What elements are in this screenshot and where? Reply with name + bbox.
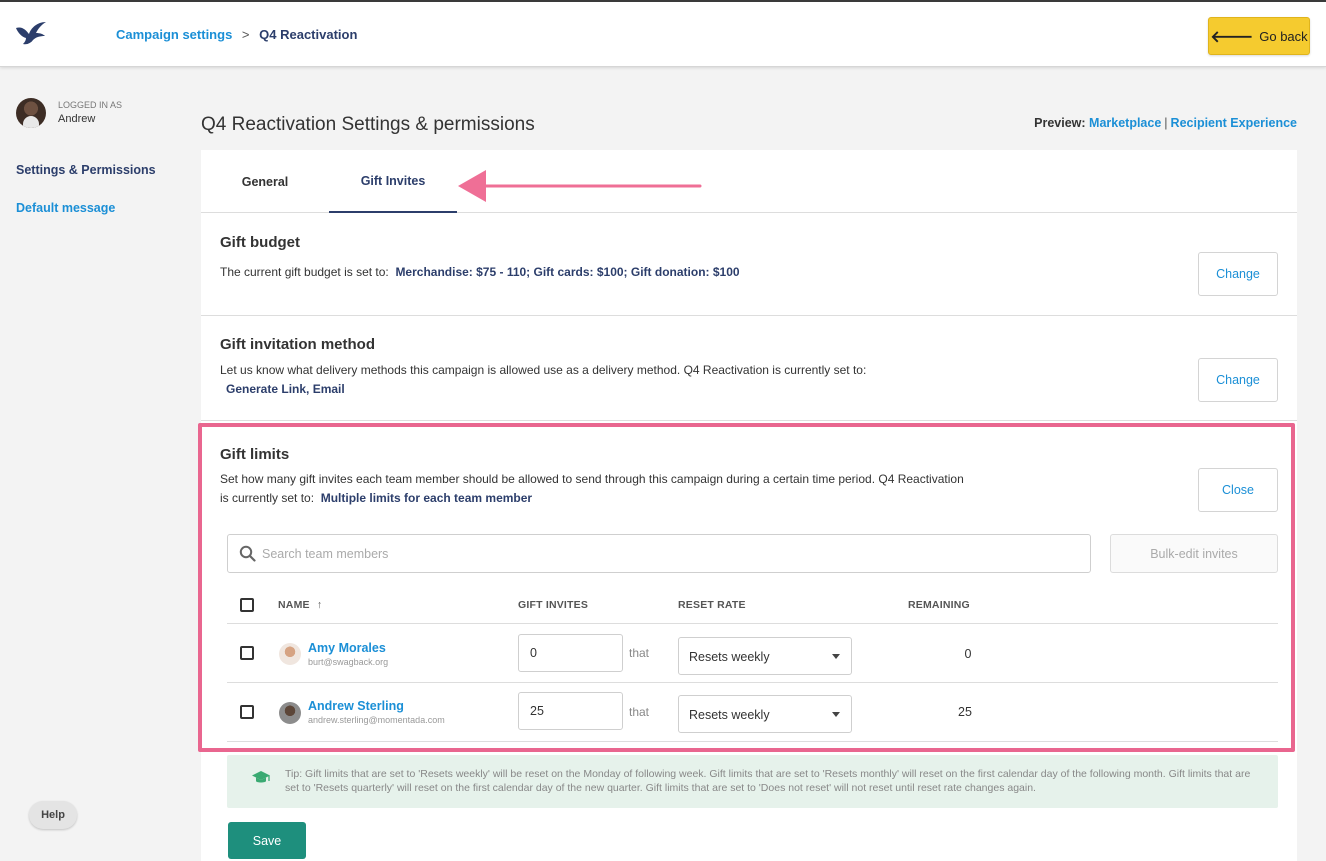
search-box <box>227 534 1091 573</box>
user-info: LOGGED IN AS Andrew <box>16 98 122 128</box>
preview-links: Preview: Marketplace | Recipient Experienc… <box>1034 116 1297 130</box>
tip-text: Tip: Gift limits that are set to 'Resets… <box>285 768 1251 794</box>
search-input[interactable] <box>262 544 1062 564</box>
row-checkbox[interactable] <box>240 646 254 660</box>
member-email: burt@swagback.org <box>308 657 389 667</box>
sort-ascending-icon: ↑ <box>316 599 323 611</box>
preview-label: Preview: <box>1034 116 1086 130</box>
save-button[interactable]: Save <box>228 822 306 859</box>
that-label: that <box>629 646 650 660</box>
tab-bar: General Gift Invites <box>201 150 1297 213</box>
gift-invites-input[interactable] <box>518 692 623 730</box>
gift-invites-input[interactable] <box>518 634 623 672</box>
remaining-value: 0 <box>964 647 972 661</box>
divider <box>201 420 1297 421</box>
settings-card: General Gift Invites Gift budget The cur… <box>201 150 1297 861</box>
remaining-value: 25 <box>958 705 972 719</box>
arrow-left-icon: 🡐 <box>1210 28 1254 46</box>
breadcrumb-separator: > <box>241 27 250 42</box>
tab-gift-invites[interactable]: Gift Invites <box>329 150 457 213</box>
avatar <box>279 702 301 724</box>
chevron-down-icon <box>832 654 840 659</box>
sidebar-item-default-message[interactable]: Default message <box>16 201 115 215</box>
table-row: Andrew Sterling andrew.sterling@momentad… <box>227 683 1278 742</box>
tab-general[interactable]: General <box>201 150 329 213</box>
gift-limits-description-line2: is currently set to: Multiple limits for… <box>220 489 532 508</box>
invitation-method-change-button[interactable]: Change <box>1198 358 1278 402</box>
gift-budget-description: The current gift budget is set to: Merch… <box>220 263 740 282</box>
gift-limits-text-line1: Set how many gift invites each team memb… <box>220 472 964 486</box>
invitation-method-value: Generate Link, Email <box>226 382 345 396</box>
member-name[interactable]: Andrew Sterling <box>308 699 404 713</box>
gift-budget-value: Merchandise: $75 - 110; Gift cards: $100… <box>395 265 740 279</box>
logged-in-label: LOGGED IN AS <box>58 100 123 110</box>
member-email: andrew.sterling@momentada.com <box>308 715 445 725</box>
breadcrumb-current: Q4 Reactivation <box>259 27 358 42</box>
breadcrumb: Campaign settings > Q4 Reactivation <box>116 27 357 42</box>
column-header-gift-invites: GIFT INVITES <box>518 599 589 611</box>
graduation-cap-icon <box>252 771 270 783</box>
invitation-method-title: Gift invitation method <box>220 336 375 353</box>
avatar <box>16 98 46 128</box>
reset-rate-value: Resets weekly <box>689 650 770 664</box>
tip-box: Tip: Gift limits that are set to 'Resets… <box>227 755 1278 808</box>
page-title: Q4 Reactivation Settings & permissions <box>201 114 535 135</box>
gift-budget-text: The current gift budget is set to: <box>220 265 389 279</box>
breadcrumb-campaign-settings[interactable]: Campaign settings <box>116 27 232 42</box>
gift-budget-change-button[interactable]: Change <box>1198 252 1278 296</box>
gift-limits-title: Gift limits <box>220 446 290 463</box>
column-header-reset-rate: RESET RATE <box>678 599 746 611</box>
select-all-checkbox[interactable] <box>240 598 254 612</box>
chevron-down-icon <box>832 712 840 717</box>
team-members-table: NAME ↑ GIFT INVITES RESET RATE REMAINING… <box>227 585 1278 742</box>
avatar <box>279 643 301 665</box>
go-back-label: Go back <box>1259 28 1308 44</box>
table-row: Amy Morales burt@swagback.org that Reset… <box>227 624 1278 683</box>
annotation-arrow-icon <box>458 170 702 202</box>
reset-rate-value: Resets weekly <box>689 708 770 722</box>
user-name: Andrew <box>58 113 96 125</box>
that-label: that <box>629 705 650 719</box>
invitation-method-value-wrap: Generate Link, Email <box>226 380 345 399</box>
help-button[interactable]: Help <box>29 801 77 829</box>
preview-recipient-experience-link[interactable]: Recipient Experience <box>1171 116 1297 130</box>
gift-limits-text-line2: is currently set to: <box>220 491 315 505</box>
column-header-remaining: REMAINING <box>908 599 970 611</box>
search-icon <box>239 545 256 562</box>
row-checkbox[interactable] <box>240 705 254 719</box>
column-header-name[interactable]: NAME ↑ <box>278 599 322 611</box>
reset-rate-select[interactable]: Resets weekly <box>678 695 852 733</box>
preview-marketplace-link[interactable]: Marketplace <box>1089 116 1161 130</box>
sidebar-item-settings-permissions[interactable]: Settings & Permissions <box>16 163 156 177</box>
table-header: NAME ↑ GIFT INVITES RESET RATE REMAINING <box>227 585 1278 624</box>
top-bar: Campaign settings > Q4 Reactivation 🡐 Go… <box>0 0 1326 67</box>
invitation-method-text: Let us know what delivery methods this c… <box>220 363 867 377</box>
gift-budget-title: Gift budget <box>220 234 300 251</box>
gift-limits-close-button[interactable]: Close <box>1198 468 1278 512</box>
preview-separator: | <box>1164 116 1168 130</box>
gift-limits-value: Multiple limits for each team member <box>320 491 533 505</box>
name-column-label: NAME <box>278 599 310 611</box>
bird-logo-icon[interactable] <box>14 20 48 46</box>
bulk-edit-invites-button[interactable]: Bulk-edit invites <box>1110 534 1278 573</box>
reset-rate-select[interactable]: Resets weekly <box>678 637 852 675</box>
divider <box>201 315 1297 316</box>
go-back-button[interactable]: 🡐 Go back <box>1208 17 1310 55</box>
member-name[interactable]: Amy Morales <box>308 641 386 655</box>
